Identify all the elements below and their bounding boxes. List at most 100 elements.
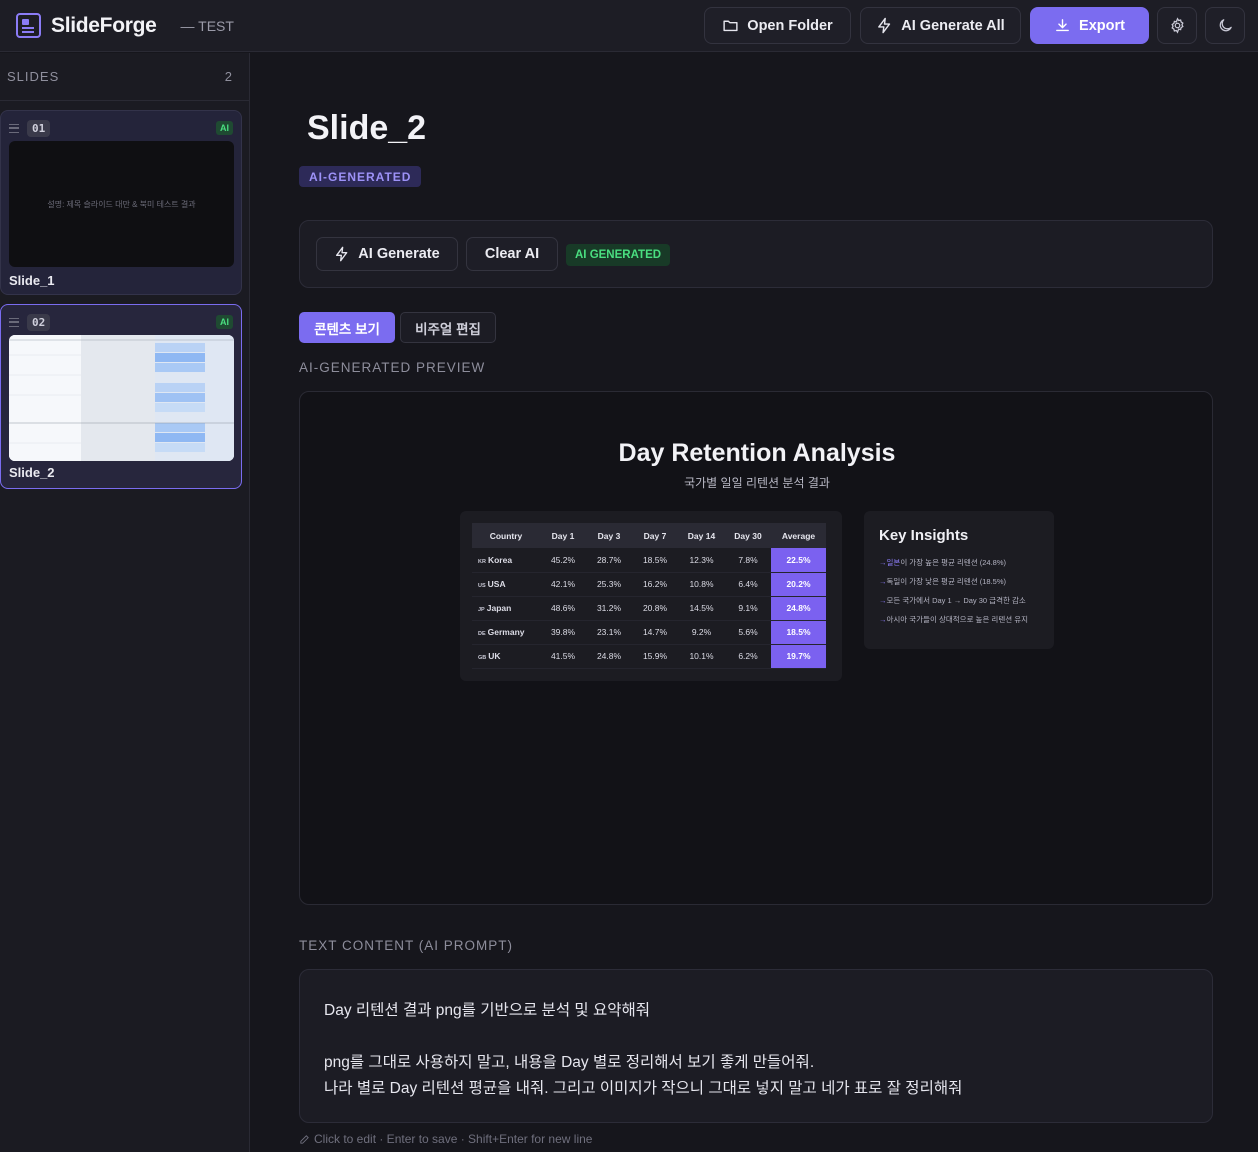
insights-title: Key Insights	[879, 527, 969, 544]
slide-card-1[interactable]: 01 AI 설명: 제목 슬라이드 대만 & 북미 테스트 결과 Slide_1	[0, 110, 242, 295]
preview-subtitle: 국가별 일일 리텐션 분석 결과	[684, 476, 830, 490]
country-cell: KR Korea	[472, 548, 540, 573]
prompt-line: 나라 별로 Day 리텐션 평균을 내줘. 그리고 이미지가 작으니 그대로 넣…	[324, 1080, 963, 1097]
slides-logo-icon	[16, 13, 41, 38]
flag-label: JP	[478, 607, 485, 613]
slide-title[interactable]: Slide_2	[307, 109, 426, 148]
insight-arrow: →	[879, 577, 887, 586]
table-cell: 14.7%	[632, 620, 678, 645]
slide-thumbnail	[9, 335, 234, 461]
average-cell: 19.7%	[771, 644, 826, 669]
flag-label: GB	[478, 655, 487, 661]
insight-item: →독일이 가장 낮은 평균 리텐션 (18.5%)	[879, 576, 1006, 587]
table-cell: 20.8%	[632, 596, 678, 621]
country-cell: DE Germany	[472, 620, 540, 645]
tab-content-view[interactable]: 콘텐츠 보기	[299, 312, 395, 343]
download-icon	[1056, 19, 1069, 32]
app-name: SlideForge	[51, 13, 157, 37]
brand: SlideForge — TEST	[16, 13, 234, 38]
slide-number: 01	[27, 119, 51, 137]
clear-ai-label: Clear AI	[484, 246, 540, 262]
tab-visual-edit[interactable]: 비주얼 편집	[400, 312, 496, 343]
table-cell: 6.2%	[725, 644, 771, 669]
drag-handle-icon[interactable]	[9, 123, 19, 133]
table-cell: 18.5%	[632, 548, 678, 573]
gear-icon	[1170, 17, 1184, 34]
slides-sidebar: SLIDES 2 01 AI 설명: 제목 슬라이드 대만 & 북미 테스트 결…	[0, 53, 250, 1152]
theme-toggle-button[interactable]	[1205, 7, 1245, 44]
ai-generate-button[interactable]: AI Generate	[316, 237, 458, 271]
country-cell: US USA	[472, 572, 540, 597]
insight-arrow: →	[879, 558, 887, 567]
preview-title: Day Retention Analysis	[618, 439, 896, 467]
drag-handle-icon[interactable]	[9, 317, 19, 327]
sidebar-header: SLIDES 2	[0, 53, 249, 101]
export-button[interactable]: Export	[1030, 7, 1149, 44]
ai-generate-all-label: AI Generate All	[901, 17, 1005, 34]
ai-badge: AI	[216, 121, 233, 135]
table-cell: 9.2%	[678, 620, 725, 645]
sidebar-title: SLIDES	[7, 69, 60, 84]
clear-ai-button[interactable]: Clear AI	[466, 237, 558, 271]
column-header: Day 30	[725, 523, 771, 548]
slide-card-header: 01 AI	[9, 119, 233, 137]
slide-name: Slide_2	[9, 465, 55, 480]
table-cell: 48.6%	[540, 596, 586, 621]
average-cell: 20.2%	[771, 572, 826, 597]
flag-label: US	[478, 583, 486, 589]
table-row: DE Germany 39.8% 23.1% 14.7% 9.2% 5.6% 18…	[472, 620, 826, 645]
insight-arrow: →	[879, 596, 887, 605]
table-cell: 28.7%	[586, 548, 632, 573]
settings-button[interactable]	[1157, 7, 1197, 44]
slide-preview: Day Retention Analysis 국가별 일일 리텐션 분석 결과 …	[299, 391, 1213, 905]
insight-item: →일본이 가장 높은 평균 리텐션 (24.8%)	[879, 557, 1006, 568]
table-cell: 24.8%	[586, 644, 632, 669]
prompt-textarea[interactable]: Day 리텐션 결과 png를 기반으로 분석 및 요약해줘 png를 그대로 …	[299, 969, 1213, 1123]
country-cell: GB UK	[472, 644, 540, 669]
country-name: Japan	[486, 603, 512, 613]
flag-label: KR	[478, 558, 486, 565]
open-folder-label: Open Folder	[747, 17, 833, 34]
ai-action-panel: AI Generate Clear AI AI GENERATED	[299, 220, 1213, 288]
column-header: Day 14	[678, 523, 725, 548]
key-insights-card: Key Insights →일본이 가장 높은 평균 리텐션 (24.8%) →…	[864, 511, 1054, 649]
moon-icon	[1219, 19, 1232, 32]
insight-text: 모든 국가에서 Day 1 → Day 30 급격한 감소	[886, 596, 1026, 605]
table-row: KR Korea 45.2% 28.7% 18.5% 12.3% 7.8% 22.…	[472, 548, 826, 573]
slide-thumbnail: 설명: 제목 슬라이드 대만 & 북미 테스트 결과	[9, 141, 234, 267]
main-editor: Slide_2 AI-GENERATED AI Generate Clear A…	[251, 53, 1258, 1152]
table-cell: 39.8%	[540, 620, 586, 645]
slide-card-header: 02 AI	[9, 313, 233, 331]
folder-icon	[723, 20, 738, 32]
table-cell: 25.3%	[586, 572, 632, 597]
project-label: — TEST	[180, 17, 234, 34]
table-row: JP Japan 48.6% 31.2% 20.8% 14.5% 9.1% 24.…	[472, 596, 826, 621]
slide-card-2[interactable]: 02 AI Slide_2	[0, 304, 242, 489]
ai-generate-all-button[interactable]: AI Generate All	[860, 7, 1021, 44]
ai-generated-status: AI GENERATED	[566, 244, 671, 266]
edit-icon	[300, 1134, 309, 1144]
insight-text: 이 가장 높은 평균 리텐션 (24.8%)	[900, 558, 1006, 567]
average-cell: 24.8%	[771, 596, 826, 621]
ai-generated-badge: AI-GENERATED	[299, 166, 422, 187]
table-cell: 6.4%	[725, 572, 771, 597]
insight-text: 독일이 가장 낮은 평균 리텐션 (18.5%)	[886, 577, 1006, 586]
insight-highlight: 일본	[886, 558, 901, 567]
open-folder-button[interactable]: Open Folder	[704, 7, 851, 44]
edit-hint: Click to edit · Enter to save · Shift+En…	[299, 1132, 592, 1146]
prompt-line: png를 그대로 사용하지 말고, 내용을 Day 별로 정리해서 보기 좋게 …	[324, 1054, 815, 1071]
table-cell: 16.2%	[632, 572, 678, 597]
insight-item: →모든 국가에서 Day 1 → Day 30 급격한 감소	[879, 595, 1026, 606]
country-name: Korea	[487, 554, 513, 565]
average-cell: 18.5%	[771, 620, 826, 645]
table-cell: 31.2%	[586, 596, 632, 621]
retention-table: Country Day 1 Day 3 Day 7 Day 14 Day 30 …	[472, 523, 826, 669]
country-name: USA	[487, 579, 506, 589]
table-cell: 7.8%	[725, 548, 771, 573]
insight-text: 아시아 국가들이 상대적으로 높은 리텐션 유지	[886, 615, 1029, 624]
table-cell: 15.9%	[632, 644, 678, 669]
table-row: US USA 42.1% 25.3% 16.2% 10.8% 6.4% 20.2%	[472, 572, 826, 597]
insight-arrow: →	[879, 615, 887, 624]
bolt-icon	[336, 246, 348, 262]
edit-hint-text: Click to edit · Enter to save · Shift+En…	[314, 1132, 593, 1146]
